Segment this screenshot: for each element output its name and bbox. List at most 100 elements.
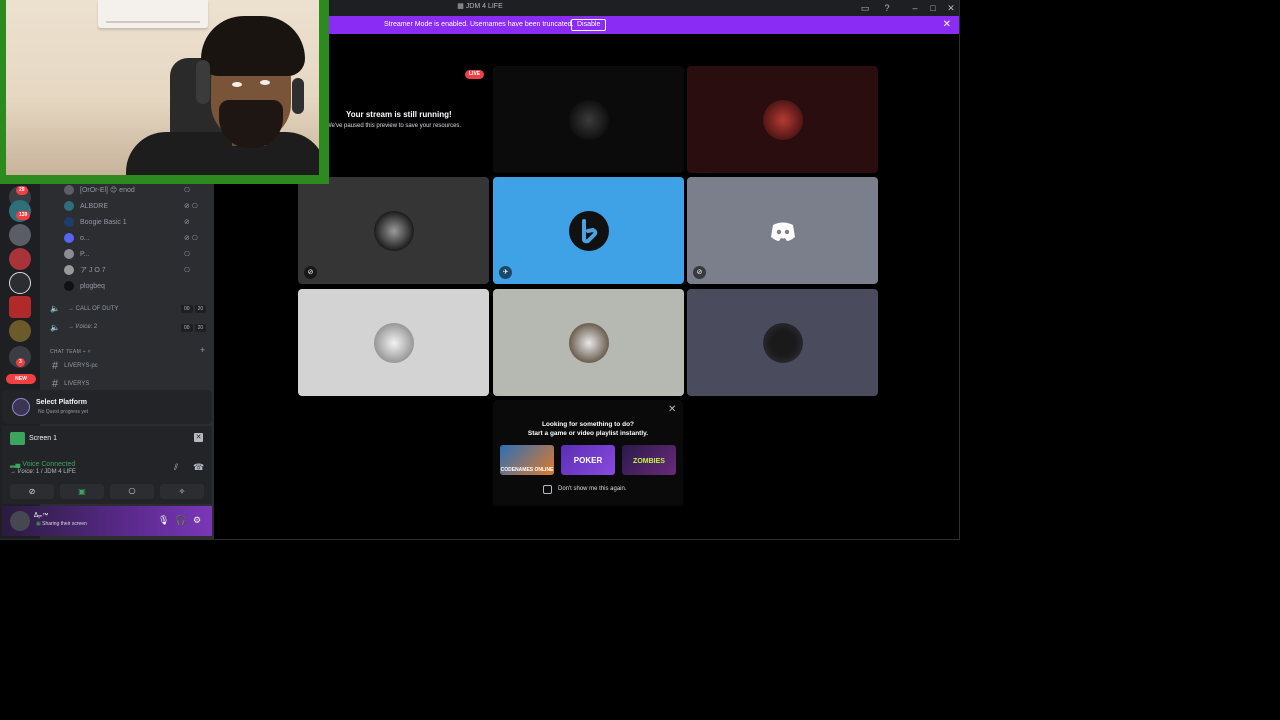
disable-streamer-mode-button[interactable]: Disable bbox=[571, 19, 607, 31]
microphone-icon[interactable]: 🎙 bbox=[158, 515, 169, 526]
banner-text: Streamer Mode is enabled. Usernames have… bbox=[384, 21, 574, 28]
avatar bbox=[64, 233, 74, 243]
voice-channel-call-of-duty[interactable]: 🔈 → CALL OF DUTY bbox=[50, 304, 118, 313]
camera-off-button[interactable]: ⊘ bbox=[10, 484, 54, 499]
person-eye bbox=[232, 82, 242, 87]
activity-title: Looking for something to do? Start a gam… bbox=[493, 420, 683, 438]
close-window-button[interactable]: ✕ bbox=[942, 1, 959, 15]
participant-tile[interactable] bbox=[493, 289, 684, 396]
minimize-button[interactable]: – bbox=[906, 1, 924, 15]
participant-tile[interactable]: ✈ bbox=[493, 177, 684, 284]
avatar bbox=[64, 201, 74, 211]
activity-title-line2: Start a game or video playlist instantly… bbox=[527, 430, 649, 437]
soundboard-button[interactable]: ✧ bbox=[160, 484, 204, 499]
webcam-overlay bbox=[0, 0, 329, 184]
voice-member[interactable]: o... bbox=[64, 231, 90, 245]
user-name[interactable]: ᐃᵧₙ™ bbox=[34, 512, 48, 519]
paused-title: Your stream is still running! bbox=[346, 110, 452, 119]
streamer-mode-banner: Streamer Mode is enabled. Usernames have… bbox=[328, 16, 959, 34]
avatar bbox=[763, 323, 803, 363]
mention-badge: 139 bbox=[16, 211, 31, 220]
participant-tile[interactable] bbox=[687, 289, 878, 396]
avatar bbox=[763, 211, 803, 251]
server-icon-3[interactable] bbox=[9, 248, 31, 270]
quest-subtitle: No Quest progress yet bbox=[38, 409, 89, 415]
close-icon[interactable]: ✕ bbox=[668, 404, 676, 415]
server-icon-5[interactable] bbox=[9, 296, 31, 318]
live-badge: LIVE bbox=[465, 70, 485, 79]
participant-tile[interactable]: ⊘ bbox=[687, 177, 878, 284]
maximize-button[interactable]: □ bbox=[924, 1, 942, 15]
avatar bbox=[569, 100, 609, 140]
add-channel-icon[interactable]: + bbox=[200, 345, 205, 355]
mute-icon: ⊘ ⎔ bbox=[184, 203, 198, 210]
game-label: ZOMBIES bbox=[633, 458, 665, 465]
quest-panel[interactable]: Select Platform No Quest progress yet bbox=[2, 390, 212, 424]
game-poker[interactable]: POKER bbox=[561, 445, 615, 475]
voice-status[interactable]: ▂▄ Voice Connected bbox=[10, 460, 75, 468]
banner-close-icon[interactable]: ✕ bbox=[943, 19, 951, 30]
paused-subtitle: We've paused this preview to save your r… bbox=[326, 123, 462, 129]
voice-member[interactable]: plogbeq bbox=[64, 279, 105, 293]
mention-badge: 29 bbox=[16, 186, 28, 195]
user-count: 00 bbox=[181, 305, 193, 313]
channel-name: → 𝑉𝑜𝑖𝑐𝑒: 2 bbox=[67, 324, 98, 330]
noise-suppression-icon[interactable]: ⫽ bbox=[174, 462, 178, 473]
game-codenames[interactable]: CODENAMES ONLINE bbox=[500, 445, 554, 475]
voice-channel-voice-2[interactable]: 🔈 → 𝑉𝑜𝑖𝑐𝑒: 2 bbox=[50, 323, 97, 332]
voice-member[interactable]: [OrOr-El] 😊 enod bbox=[64, 183, 135, 197]
participant-tile[interactable] bbox=[687, 66, 878, 173]
avatar bbox=[763, 100, 803, 140]
text-channel-liverys[interactable]: # LIVERYS bbox=[52, 378, 89, 390]
server-icon-4[interactable] bbox=[9, 272, 31, 294]
webcam-feed bbox=[6, 0, 319, 175]
quest-icon bbox=[12, 398, 30, 416]
member-name: P... bbox=[80, 250, 90, 258]
channel-name: LIVERYS-pc bbox=[64, 363, 98, 369]
text-channel-liverys-pc[interactable]: # LIVERYS-pc bbox=[52, 360, 98, 372]
game-zombies[interactable]: ZOMBIES bbox=[622, 445, 676, 475]
screen-share-row[interactable]: Screen 1 ✕ bbox=[2, 426, 212, 452]
member-name: [OrOr-El] 😊 enod bbox=[80, 187, 135, 194]
user-limit: 00 20 bbox=[181, 305, 207, 313]
activity-button[interactable]: ⎔ bbox=[110, 484, 154, 499]
game-label: CODENAMES ONLINE bbox=[500, 467, 554, 473]
hash-icon: # bbox=[52, 360, 59, 372]
user-avatar[interactable] bbox=[10, 511, 30, 531]
mute-icon: ⊘ bbox=[184, 219, 190, 226]
dont-show-checkbox[interactable] bbox=[543, 485, 552, 494]
server-icon-ak-team[interactable] bbox=[9, 320, 31, 342]
mute-icon: ⊘ bbox=[304, 266, 317, 279]
mute-icon: ⊘ bbox=[693, 266, 706, 279]
stop-stream-icon[interactable]: ✕ bbox=[194, 433, 203, 442]
participant-tile[interactable] bbox=[298, 289, 489, 396]
channel-name: → CALL OF DUTY bbox=[67, 305, 119, 312]
voice-member[interactable]: Boogie Basic 1 bbox=[64, 215, 127, 229]
speaker-icon: 🔈 bbox=[50, 323, 60, 332]
voice-channel-path[interactable]: → 𝑉𝑜𝑖𝑐𝑒: 1 / JDM 4 LIFE bbox=[10, 469, 76, 476]
logo-icon bbox=[582, 219, 598, 244]
user-count: 00 bbox=[181, 324, 193, 332]
screen-share-button[interactable]: ▣ bbox=[60, 484, 104, 499]
avatar bbox=[64, 217, 74, 227]
discord-logo-icon bbox=[771, 222, 795, 241]
help-icon[interactable]: ? bbox=[878, 1, 896, 15]
avatar bbox=[64, 281, 74, 291]
new-badge: NEW bbox=[6, 374, 36, 384]
disconnect-icon[interactable]: ☎ bbox=[193, 462, 204, 473]
settings-gear-icon[interactable]: ⚙ bbox=[193, 515, 201, 526]
participant-tile[interactable] bbox=[493, 66, 684, 173]
voice-connected-panel: ▂▄ Voice Connected → 𝑉𝑜𝑖𝑐𝑒: 1 / JDM 4 LI… bbox=[2, 452, 212, 504]
participant-tile[interactable]: ⊘ bbox=[298, 177, 489, 284]
person-hair bbox=[201, 16, 305, 76]
channel-name: LIVERYS bbox=[64, 381, 90, 387]
voice-member[interactable]: ア J O 7 bbox=[64, 263, 106, 277]
voice-member[interactable]: P... bbox=[64, 247, 90, 261]
category-header[interactable]: CHAT TEAM ⌁ ˅ bbox=[50, 349, 91, 355]
air-conditioner bbox=[98, 0, 208, 28]
signal-icon: ▂▄ bbox=[10, 461, 23, 468]
server-icon-jdm[interactable] bbox=[9, 224, 31, 246]
headphones-icon[interactable]: 🎧 bbox=[175, 515, 186, 526]
voice-member[interactable]: ALBDRE bbox=[64, 199, 108, 213]
inbox-icon[interactable]: ▭ bbox=[856, 1, 874, 15]
